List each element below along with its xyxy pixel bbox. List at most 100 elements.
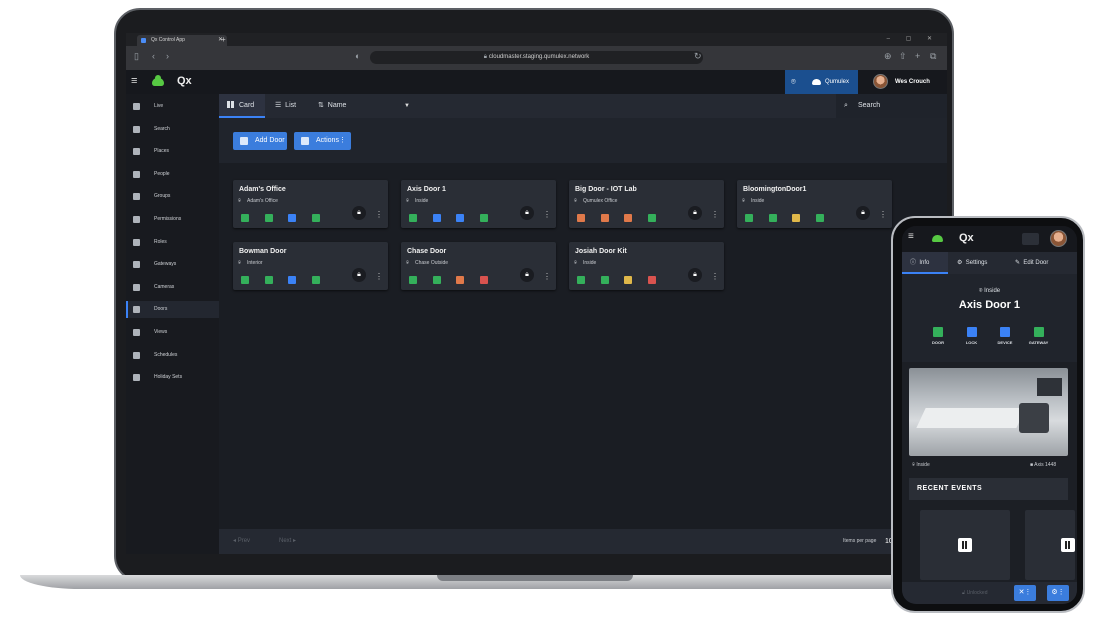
next-page-button[interactable]: Next ▸ bbox=[279, 529, 296, 554]
phone-menu-icon[interactable]: ≡ bbox=[908, 231, 914, 242]
user-name[interactable]: Wes Crouch bbox=[895, 70, 930, 94]
sidebar-toggle-icon[interactable]: ▯ bbox=[134, 51, 139, 62]
door-card[interactable]: Chase Door ⌾ Chase Outside 🔒︎ ⋮ bbox=[401, 242, 556, 290]
door-card-title: Adam's Office bbox=[239, 186, 286, 193]
more-vert-icon[interactable]: ⋮ bbox=[375, 210, 383, 219]
actions-button[interactable]: Actions ⋮ bbox=[294, 132, 351, 150]
more-vert-icon[interactable]: ⋮ bbox=[375, 272, 383, 281]
status-device: DEVICE bbox=[992, 327, 1018, 345]
status-label: LOCK bbox=[965, 340, 978, 345]
actions-label: Actions bbox=[316, 137, 339, 144]
camera-snapshot[interactable] bbox=[909, 368, 1068, 456]
pin-icon: ⌾ bbox=[238, 198, 242, 204]
event-card[interactable] bbox=[920, 510, 1010, 580]
unlock-label: Unlocked bbox=[966, 590, 988, 596]
lock-status-icon bbox=[600, 276, 609, 284]
sidebar-item-label: Views bbox=[154, 329, 168, 335]
app-logo: Qx bbox=[177, 75, 192, 87]
tab-overview-icon[interactable]: ⧉ bbox=[930, 51, 936, 62]
browser-tab[interactable]: Qx Control App ✕ bbox=[137, 35, 227, 46]
sidebar-item-label: Permissions bbox=[154, 216, 182, 222]
lock-icon[interactable]: 🔒︎ bbox=[688, 206, 702, 220]
door-card[interactable]: Big Door - IOT Lab ⌾ Qumulex Office 🔒︎ ⋮ bbox=[569, 180, 724, 228]
download-icon[interactable]: ⊕ bbox=[884, 51, 892, 62]
new-tab-icon[interactable]: + bbox=[221, 33, 226, 46]
camera-place-text: Inside bbox=[916, 462, 930, 468]
event-card[interactable] bbox=[1025, 510, 1075, 580]
sidebar-item-gateways[interactable]: Gateways bbox=[126, 256, 219, 273]
lock-icon[interactable]: 🔒︎ bbox=[520, 268, 534, 282]
more-vert-icon[interactable]: ⋮ bbox=[543, 272, 551, 281]
camera-scene-chair bbox=[1019, 403, 1049, 433]
view-toolbar: Card ☰ List ⇅ Name ▼ ⌕ Search bbox=[219, 94, 947, 118]
monitor-icon bbox=[133, 103, 140, 110]
gateway-status-icon bbox=[815, 214, 824, 222]
tab-settings[interactable]: ⚙ Settings bbox=[957, 252, 1007, 274]
sidebar-item-schedules[interactable]: Schedules bbox=[126, 347, 219, 364]
door-card[interactable]: Adam's Office ⌾ Adam's Office 🔒︎ ⋮ bbox=[233, 180, 388, 228]
forward-icon[interactable]: › bbox=[166, 51, 169, 61]
sidebar-item-people[interactable]: People bbox=[126, 166, 219, 183]
tab-info-label: Info bbox=[919, 260, 930, 266]
lock-icon[interactable]: 🔒︎ bbox=[352, 206, 366, 220]
door-card[interactable]: BloomingtonDoor1 ⌾ Inside 🔒︎ ⋮ bbox=[737, 180, 892, 228]
sidebar-item-views[interactable]: Views bbox=[126, 324, 219, 341]
add-door-button[interactable]: Add Door bbox=[233, 132, 287, 150]
door-card[interactable]: Josiah Door Kit ⌾ Inside 🔒︎ ⋮ bbox=[569, 242, 724, 290]
phone-avatar[interactable] bbox=[1050, 230, 1067, 247]
sidebar-item-roles[interactable]: Roles bbox=[126, 234, 219, 251]
door-card-title: Chase Door bbox=[407, 248, 447, 255]
door-card[interactable]: Axis Door 1 ⌾ Inside 🔒︎ ⋮ bbox=[401, 180, 556, 228]
lock-icon[interactable]: 🔒︎ bbox=[352, 268, 366, 282]
sidebar-item-cameras[interactable]: Cameras bbox=[126, 279, 219, 296]
card-tab-label: Card bbox=[239, 102, 255, 109]
lock-icon[interactable]: 🔒︎ bbox=[856, 206, 870, 220]
more-vert-icon[interactable]: ⋮ bbox=[711, 272, 719, 281]
sidebar-item-holiday-sets[interactable]: Holiday Sets bbox=[126, 369, 219, 386]
avatar[interactable] bbox=[873, 74, 888, 89]
lock-icon[interactable]: 🔒︎ bbox=[520, 206, 534, 220]
more-vert-icon[interactable]: ⋮ bbox=[543, 210, 551, 219]
prev-page-button[interactable]: ◂ Prev bbox=[233, 529, 250, 554]
sidebar-item-places[interactable]: Places bbox=[126, 143, 219, 160]
share-icon[interactable]: ⇧ bbox=[899, 51, 907, 62]
tab-info[interactable]: ⓘ Info bbox=[902, 252, 948, 274]
action-bar: Add Door Actions ⋮ bbox=[219, 118, 947, 163]
phone-tools-button[interactable]: ✕⋮ bbox=[1014, 585, 1036, 601]
group-icon bbox=[133, 193, 140, 201]
sidebar-item-live[interactable]: Live bbox=[126, 98, 219, 115]
place-selector[interactable]: ⌾ Qumulex bbox=[785, 70, 858, 94]
gateway-icon bbox=[133, 261, 140, 269]
gateway-status-icon bbox=[479, 276, 488, 284]
pin-icon bbox=[133, 148, 140, 156]
tab-edit-door[interactable]: ✎ Edit Door bbox=[1015, 252, 1073, 274]
more-vert-icon[interactable]: ⋮ bbox=[879, 210, 887, 219]
tab-card-view[interactable]: Card bbox=[219, 94, 265, 118]
device-status-icon bbox=[456, 276, 464, 284]
back-icon[interactable]: ‹ bbox=[152, 51, 155, 61]
shield-icon[interactable]: ◐ bbox=[355, 51, 360, 61]
door-card[interactable]: Bowman Door ⌾ Interior 🔒︎ ⋮ bbox=[233, 242, 388, 290]
browser-tab-title: Qx Control App bbox=[151, 37, 185, 43]
sidebar-item-search[interactable]: Search bbox=[126, 121, 219, 138]
door-card-title: Big Door - IOT Lab bbox=[575, 186, 637, 193]
lock-icon[interactable]: 🔒︎ bbox=[688, 268, 702, 282]
url-field[interactable]: 🔒︎ cloudmaster.staging.qumulex.network bbox=[370, 51, 703, 64]
sidebar-item-permissions[interactable]: Permissions bbox=[126, 211, 219, 228]
sort-select[interactable]: ⇅ Name bbox=[318, 94, 416, 118]
phone-action-bar: 🔓︎ Unlocked ✕⋮ ⚙⋮ bbox=[902, 582, 1077, 604]
new-tab-button-icon[interactable]: + bbox=[915, 51, 920, 61]
unlock-button[interactable]: 🔓︎ Unlocked bbox=[962, 582, 988, 604]
more-vert-icon[interactable]: ⋮ bbox=[711, 210, 719, 219]
window-controls[interactable]: – ▢ ✕ bbox=[887, 33, 939, 46]
search-input[interactable]: ⌕ Search bbox=[836, 94, 947, 118]
reload-icon[interactable]: ↻ bbox=[694, 51, 702, 62]
cloud-logo-icon bbox=[152, 75, 164, 86]
phone-place-icon[interactable] bbox=[1022, 233, 1039, 245]
chevron-down-icon[interactable]: ▼ bbox=[404, 94, 410, 118]
sidebar-item-groups[interactable]: Groups bbox=[126, 188, 219, 205]
phone-settings-button[interactable]: ⚙⋮ bbox=[1047, 585, 1069, 601]
menu-icon[interactable]: ≡ bbox=[131, 75, 137, 87]
sidebar-item-doors[interactable]: Doors bbox=[126, 301, 219, 319]
tab-list-view[interactable]: ☰ List bbox=[275, 94, 311, 118]
